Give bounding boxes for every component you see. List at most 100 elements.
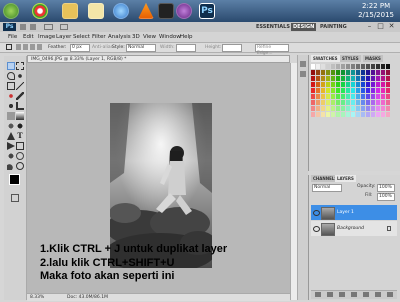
swatch[interactable]	[311, 112, 315, 117]
swatch[interactable]	[381, 64, 385, 69]
swatch[interactable]	[321, 76, 325, 81]
swatch[interactable]	[346, 94, 350, 99]
swatch[interactable]	[381, 82, 385, 87]
menu-help[interactable]: Help	[180, 33, 193, 41]
arrange-documents-icon[interactable]	[60, 24, 68, 30]
swatch[interactable]	[376, 94, 380, 99]
mini-bridge-icon[interactable]	[30, 24, 36, 30]
photoshop-taskbar-icon[interactable]: Ps	[199, 3, 215, 19]
swatch[interactable]	[381, 106, 385, 111]
swatch[interactable]	[316, 112, 320, 117]
swatch[interactable]	[381, 70, 385, 75]
type-tool-icon[interactable]: T	[16, 132, 24, 140]
swatch[interactable]	[316, 94, 320, 99]
swatch[interactable]	[361, 100, 365, 105]
fill-input[interactable]: 100%	[377, 193, 395, 201]
swatch[interactable]	[341, 76, 345, 81]
swatch[interactable]	[316, 88, 320, 93]
file-manager-icon[interactable]	[88, 3, 104, 19]
swatch[interactable]	[371, 112, 375, 117]
swatch[interactable]	[371, 94, 375, 99]
add-selection-icon[interactable]	[23, 44, 28, 50]
swatch[interactable]	[341, 88, 345, 93]
workspace-essentials[interactable]: ESSENTIALS	[254, 23, 292, 31]
rectangle-tool-icon[interactable]	[16, 142, 24, 150]
swatch[interactable]	[321, 94, 325, 99]
swatch[interactable]	[326, 82, 330, 87]
zoom-level-icon[interactable]	[44, 24, 53, 30]
swatch[interactable]	[326, 76, 330, 81]
healing-brush-tool-icon[interactable]	[7, 92, 15, 100]
menu-window[interactable]: Window	[159, 33, 181, 41]
swatch[interactable]	[371, 100, 375, 105]
swatch[interactable]	[351, 76, 355, 81]
blend-mode-select[interactable]: Normal	[312, 184, 342, 192]
start-orb-icon[interactable]	[3, 3, 19, 19]
intersect-selection-icon[interactable]	[37, 44, 42, 50]
workspace-painting[interactable]: PAINTING	[318, 23, 349, 31]
swatch[interactable]	[366, 70, 370, 75]
swatch[interactable]	[376, 70, 380, 75]
swatch[interactable]	[366, 64, 370, 69]
swatch[interactable]	[331, 82, 335, 87]
new-layer-icon[interactable]	[375, 292, 381, 297]
3d-rotate-tool-icon[interactable]	[7, 152, 15, 160]
swatch[interactable]	[386, 100, 390, 105]
swatch[interactable]	[341, 100, 345, 105]
swatch[interactable]	[366, 82, 370, 87]
dodge-tool-icon[interactable]	[16, 122, 24, 130]
lasso-tool-icon[interactable]	[7, 72, 15, 80]
swatch[interactable]	[351, 82, 355, 87]
swatch[interactable]	[321, 106, 325, 111]
crop-tool-icon[interactable]	[7, 82, 15, 90]
swatch[interactable]	[316, 106, 320, 111]
swatch[interactable]	[331, 70, 335, 75]
chrome-icon[interactable]	[32, 3, 48, 19]
swatch[interactable]	[321, 112, 325, 117]
swatch[interactable]	[381, 76, 385, 81]
swatch[interactable]	[326, 100, 330, 105]
swatch[interactable]	[341, 112, 345, 117]
swatch[interactable]	[331, 100, 335, 105]
swatch[interactable]	[321, 64, 325, 69]
swatch[interactable]	[366, 100, 370, 105]
foreground-color-swatch[interactable]	[9, 174, 20, 185]
swatch[interactable]	[366, 106, 370, 111]
actions-panel-icon[interactable]	[300, 71, 306, 77]
swatch[interactable]	[326, 70, 330, 75]
swatch[interactable]	[311, 64, 315, 69]
swatch[interactable]	[341, 106, 345, 111]
3d-orbit-tool-icon[interactable]	[16, 152, 24, 160]
hand-tool-icon[interactable]	[7, 162, 15, 170]
swatch[interactable]	[321, 70, 325, 75]
brush-tool-icon[interactable]	[16, 92, 24, 100]
tab-layers[interactable]: LAYERS	[335, 175, 356, 182]
swatch[interactable]	[356, 82, 360, 87]
messenger-icon[interactable]	[176, 3, 192, 19]
width-input[interactable]	[176, 44, 196, 52]
swatch[interactable]	[361, 82, 365, 87]
swatch-grid[interactable]	[311, 64, 397, 122]
swatch[interactable]	[321, 88, 325, 93]
maximize-button[interactable]: □	[376, 22, 385, 31]
swatch[interactable]	[311, 82, 315, 87]
menu-edit[interactable]: Edit	[23, 33, 34, 41]
link-layers-icon[interactable]	[315, 292, 321, 297]
swatch[interactable]	[346, 100, 350, 105]
swatch[interactable]	[341, 82, 345, 87]
swatch[interactable]	[311, 106, 315, 111]
swatch[interactable]	[326, 112, 330, 117]
menu-3d[interactable]: 3D	[132, 33, 140, 41]
swatch[interactable]	[366, 88, 370, 93]
swatch[interactable]	[381, 100, 385, 105]
swatch[interactable]	[361, 88, 365, 93]
swatch[interactable]	[356, 64, 360, 69]
swatch[interactable]	[316, 100, 320, 105]
bbm-icon[interactable]	[158, 3, 174, 19]
swatch[interactable]	[386, 106, 390, 111]
layer-style-icon[interactable]	[327, 292, 333, 297]
marquee-preset-icon[interactable]	[6, 44, 12, 50]
history-brush-tool-icon[interactable]	[16, 102, 24, 110]
swatch[interactable]	[371, 76, 375, 81]
swatch[interactable]	[331, 64, 335, 69]
